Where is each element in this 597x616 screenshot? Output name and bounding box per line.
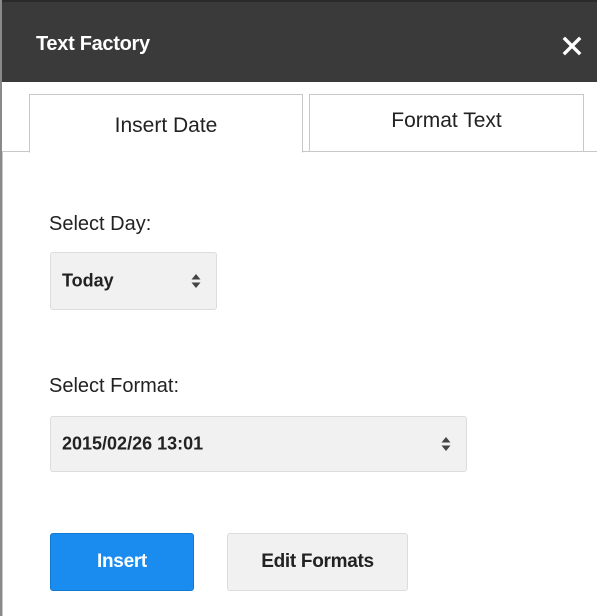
tab-insert-date[interactable]: Insert Date: [29, 94, 303, 153]
edit-formats-button[interactable]: Edit Formats: [227, 533, 408, 591]
dialog-header: Text Factory: [2, 0, 597, 82]
text-factory-dialog: Text Factory Insert Date Format Text Sel…: [0, 0, 597, 616]
select-format-dropdown[interactable]: 2015/02/26 13:01: [50, 416, 467, 472]
select-day-label: Select Day:: [49, 213, 152, 235]
select-day-dropdown[interactable]: Today: [50, 252, 217, 310]
select-format-label: Select Format:: [49, 375, 180, 397]
dialog-title: Text Factory: [36, 33, 150, 55]
close-button[interactable]: [558, 32, 586, 60]
select-format-value: 2015/02/26 13:01: [62, 433, 204, 454]
tab-format-text-label: Format Text: [391, 109, 502, 132]
tab-insert-date-label: Insert Date: [114, 113, 218, 137]
close-icon: [562, 36, 582, 56]
tab-format-text[interactable]: Format Text: [309, 94, 584, 152]
up-down-arrows-icon: [441, 437, 451, 451]
insert-button[interactable]: Insert: [50, 533, 194, 591]
tab-bar: Insert Date Format Text: [2, 82, 597, 153]
up-down-arrows-icon: [191, 274, 201, 288]
select-day-value: Today: [62, 270, 114, 291]
